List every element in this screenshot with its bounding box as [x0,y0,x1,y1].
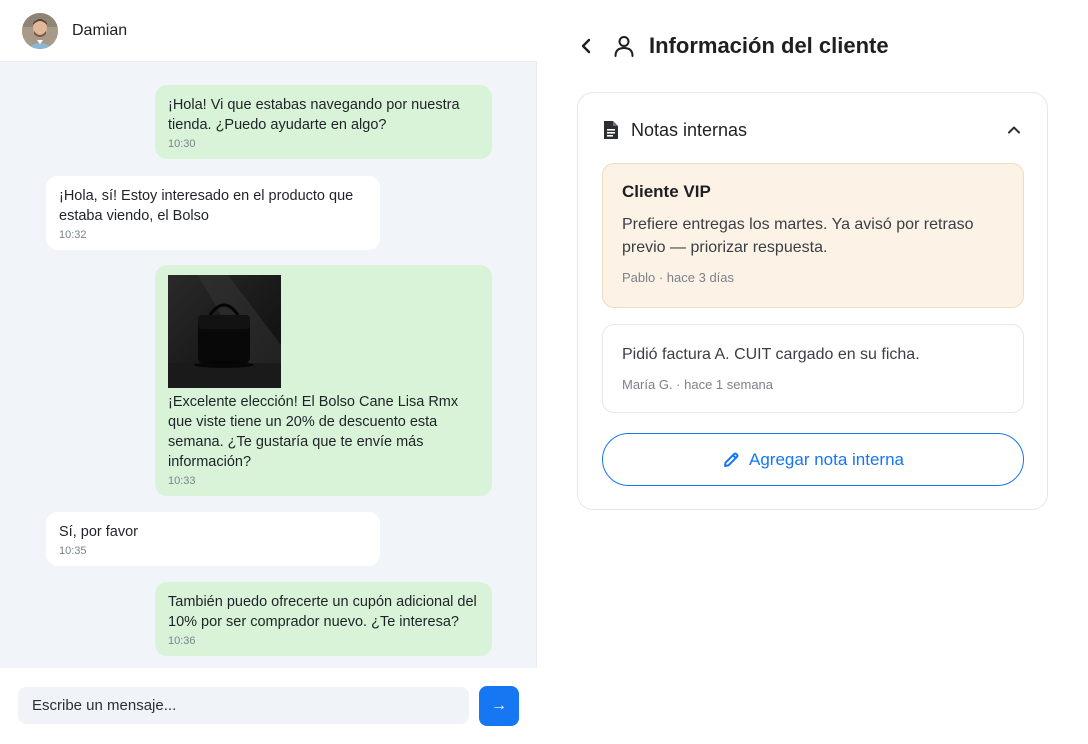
message-outgoing: ¡Excelente elección! El Bolso Cane Lisa … [155,265,492,496]
message-text: ¡Hola! Vi que estabas navegando por nues… [168,97,460,133]
message-time: 10:35 [59,545,87,557]
message-composer: → [0,668,537,744]
message-text: ¡Excelente elección! El Bolso Cane Lisa … [168,394,459,470]
message-time: 10:36 [168,635,196,647]
internal-notes-card: Notas internas Cliente VIP Prefiere entr… [577,92,1048,510]
message-text: Sí, por favor [59,524,138,540]
pencil-icon [724,452,739,467]
note-text: Pidió factura A. CUIT cargado en su fich… [622,346,920,363]
message-text: ¡Hola, sí! Estoy interesado en el produc… [59,188,354,224]
document-icon [604,121,618,139]
handbag-photo[interactable] [168,275,281,388]
add-internal-note-button[interactable]: Agregar nota interna [602,433,1024,486]
note-meta: Pablo · hace 3 días [622,270,735,285]
section-header[interactable]: Notas internas [602,119,1022,141]
chevron-up-icon[interactable] [1006,122,1022,138]
message-time: 10:33 [168,475,196,487]
add-note-label: Agregar nota interna [749,449,904,469]
arrow-right-icon: → [491,697,507,714]
note-vip: Cliente VIP Prefiere entregas los martes… [602,163,1024,308]
message-input[interactable] [18,687,469,724]
contact-name: Damian [72,21,128,39]
note-item: Pidió factura A. CUIT cargado en su fich… [602,324,1024,413]
message-list[interactable]: ¡Hola! Vi que estabas navegando por nues… [0,62,537,668]
note-text: Prefiere entregas los martes. Ya avisó p… [622,216,974,256]
chat-header: Damian [0,0,537,62]
user-icon [614,36,634,57]
page-title: Información del cliente [649,33,889,58]
message-time: 10:30 [168,138,196,150]
send-button[interactable]: → [479,686,519,726]
message-incoming: Sí, por favor 10:35 [46,512,380,566]
note-title: Cliente VIP [622,182,711,201]
chevron-left-icon[interactable] [577,37,595,55]
message-incoming: ¡Hola, sí! Estoy interesado en el produc… [46,176,380,250]
message-outgoing: ¡Hola! Vi que estabas navegando por nues… [155,85,492,159]
note-meta: María G. · hace 1 semana [622,377,774,392]
avatar[interactable] [22,12,58,49]
message-time: 10:32 [59,229,87,241]
message-text: También puedo ofrecerte un cupón adicion… [168,594,477,630]
message-outgoing: También puedo ofrecerte un cupón adicion… [155,582,492,656]
info-header: Información del cliente [577,28,889,64]
chat-pane: Damian ¡Hola! Vi que estabas navegando p… [0,0,537,744]
section-title: Notas internas [631,119,748,140]
